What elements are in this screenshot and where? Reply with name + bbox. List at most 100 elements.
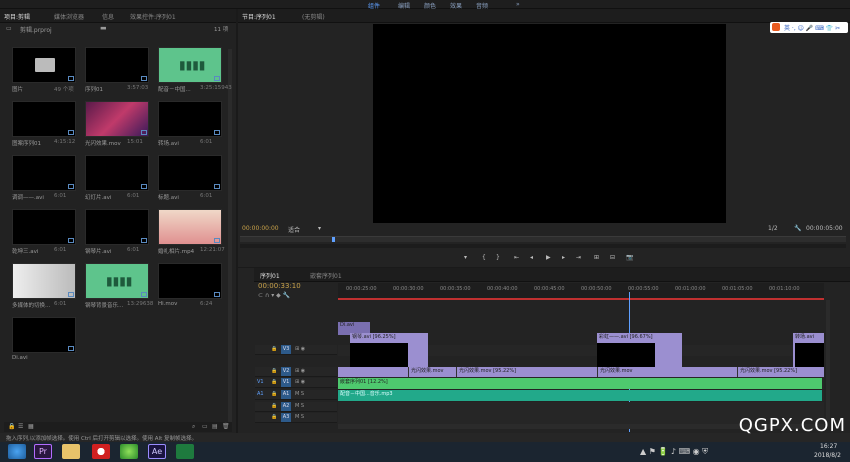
chevron-down-icon[interactable]: ▾ (318, 225, 321, 232)
ime-toolbar[interactable]: 英 ·, ☺ 🎤 ⌨ 👕 ✂ (770, 22, 848, 33)
zoom-fit-select[interactable]: 适合 (288, 225, 300, 234)
lock-icon[interactable]: 🔒 (271, 368, 277, 374)
tab-info[interactable]: 信息 (102, 12, 114, 21)
tab-project[interactable]: 项目:剪辑 (4, 12, 30, 21)
project-item-thumb[interactable] (12, 317, 76, 353)
track-name[interactable]: V2 (281, 367, 291, 376)
clock-date[interactable]: 2018/8/2 (814, 452, 841, 459)
overwrite-icon[interactable]: ⊟ (610, 254, 615, 261)
track-name[interactable]: A3 (281, 413, 291, 422)
track-header[interactable]: V1 🔒 V1 ⊞ ◉ (255, 378, 337, 388)
step-back-icon[interactable]: ◂ (530, 254, 533, 261)
tab-media-browser[interactable]: 媒体浏览器 (54, 12, 84, 21)
project-scrollbar[interactable] (228, 49, 232, 429)
track-toggle-icon[interactable]: M S (295, 414, 304, 420)
clip-v2-3[interactable]: 光闪效果.mov [95.22%] (456, 367, 597, 377)
clock-time[interactable]: 16:27 (820, 443, 837, 450)
insert-icon[interactable]: ⊞ (594, 254, 599, 261)
track-header[interactable]: 🔒 A3 M S (255, 413, 337, 423)
monitor-zoom-bar[interactable] (240, 244, 846, 248)
work-area-bar[interactable] (338, 298, 824, 300)
program-video-frame[interactable] (373, 24, 726, 223)
lock-icon[interactable]: 🔒 (271, 346, 277, 352)
wrench-icon[interactable]: 🔧 (794, 225, 801, 232)
project-item-thumb[interactable]: ▮▮▮▮ (158, 47, 222, 83)
clip-v2-5[interactable]: 光闪效果.mov [95.22%] (737, 367, 824, 377)
lock-icon[interactable]: 🔒 (271, 391, 277, 397)
tab-sequence-01[interactable]: 序列01 (260, 271, 280, 280)
mark-out-icon[interactable]: } (496, 254, 500, 261)
mark-in-icon[interactable]: { (482, 254, 486, 261)
project-item-thumb[interactable] (12, 47, 76, 83)
browser-app-icon[interactable] (120, 444, 138, 459)
track-target[interactable]: V1 (257, 379, 264, 385)
track-toggle-icon[interactable]: M S (295, 391, 304, 397)
clip-a1-audio[interactable]: 配音－中国...音乐.mp3 (338, 390, 822, 401)
explorer-app-icon[interactable] (62, 444, 80, 459)
lock-icon[interactable]: 🔒 (271, 403, 277, 409)
ime-language[interactable]: 英 ·, ☺ 🎤 ⌨ 👕 ✂ (784, 23, 840, 32)
timeline-scrollbar[interactable] (826, 300, 830, 420)
export-frame-icon[interactable]: 📷 (626, 254, 633, 261)
project-item-thumb[interactable] (12, 263, 76, 299)
clip-v2-4[interactable]: 光闪效果.mov (597, 367, 737, 377)
new-item-icon[interactable]: ▤ (212, 423, 218, 430)
track-toggle-icon[interactable]: M S (295, 403, 304, 409)
track-toggle-icon[interactable]: ⊞ ◉ (295, 379, 305, 385)
project-item-thumb[interactable] (158, 263, 222, 299)
monitor-scrub-bar[interactable] (240, 236, 846, 242)
start-button[interactable] (8, 444, 26, 459)
lock-icon[interactable]: 🔒 (271, 379, 277, 385)
track-name[interactable]: V3 (281, 345, 291, 354)
track-name[interactable]: A1 (281, 390, 291, 399)
excel-app-icon[interactable] (176, 444, 194, 459)
add-marker-icon[interactable]: ▾ (464, 254, 467, 261)
project-item-thumb[interactable] (85, 209, 149, 245)
search-icon[interactable]: ⌕ (192, 423, 195, 431)
track-header[interactable]: A1 🔒 A1 M S (255, 390, 337, 400)
track-name[interactable]: A2 (281, 402, 291, 411)
track-toggle-icon[interactable]: ⊞ ◉ (295, 368, 305, 374)
premiere-app-icon[interactable]: Pr (34, 444, 52, 459)
project-item-thumb[interactable] (85, 101, 149, 137)
play-icon[interactable]: ▶ (546, 254, 551, 261)
track-toggle-icon[interactable]: ⊞ ◉ (295, 346, 305, 352)
clip-v1-nested[interactable]: 嵌套序列01 [12.2%] (338, 378, 822, 389)
list-view-icon[interactable]: ☰ (18, 423, 23, 430)
project-item-thumb[interactable] (85, 155, 149, 191)
new-bin-footer-icon[interactable]: ▭ (202, 423, 208, 430)
project-item-thumb[interactable] (158, 155, 222, 191)
project-item-thumb[interactable] (158, 209, 222, 245)
tray-icons[interactable]: ▲ ⚑ 🔋 ♪ ⌨ ◉ ⛨ (640, 447, 708, 457)
clip-v2-1[interactable] (338, 367, 408, 377)
media-player-icon[interactable] (92, 444, 110, 459)
after-effects-app-icon[interactable]: Ae (148, 444, 166, 459)
tab-nested-sequence[interactable]: 嵌套序列01 (310, 271, 342, 280)
track-target[interactable]: A1 (257, 391, 264, 397)
project-item-thumb[interactable] (12, 155, 76, 191)
tab-effect-controls[interactable]: 效果控件:序列01 (130, 12, 176, 21)
lock-icon[interactable]: 🔒 (271, 414, 277, 420)
project-item-thumb[interactable] (158, 101, 222, 137)
resolution-select[interactable]: 1/2 (768, 225, 778, 232)
snap-icon[interactable]: ⊂ ∩ ▾ ◆ 🔧 (258, 292, 290, 299)
project-item-thumb[interactable]: ▮▮▮▮ (85, 263, 149, 299)
monitor-playhead[interactable] (332, 237, 335, 242)
step-forward-icon[interactable]: ▸ (562, 254, 565, 261)
track-header[interactable]: 🔒 V2 ⊞ ◉ (255, 367, 337, 377)
program-timecode-current[interactable]: 00:00:00:00 (242, 225, 279, 232)
track-header[interactable]: 🔒 A2 M S (255, 402, 337, 412)
project-item-thumb[interactable] (85, 47, 149, 83)
project-item-thumb[interactable] (12, 209, 76, 245)
trash-icon[interactable]: 🗑 (222, 423, 230, 430)
icon-view-icon[interactable]: ▦ (28, 423, 34, 430)
track-lane[interactable] (338, 402, 824, 413)
clip-v2-2[interactable]: 光闪效果.mov (408, 367, 456, 377)
track-header[interactable]: 🔒 V3 ⊞ ◉ (255, 345, 337, 355)
go-to-in-icon[interactable]: ⇤ (514, 254, 519, 261)
timeline-timecode[interactable]: 00:00:33:10 (258, 282, 301, 290)
go-to-out-icon[interactable]: ⇥ (576, 254, 581, 261)
lock-icon[interactable]: 🔒 (8, 423, 15, 430)
tab-program[interactable]: 节目:序列01 (242, 12, 276, 21)
track-name[interactable]: V1 (281, 378, 291, 387)
